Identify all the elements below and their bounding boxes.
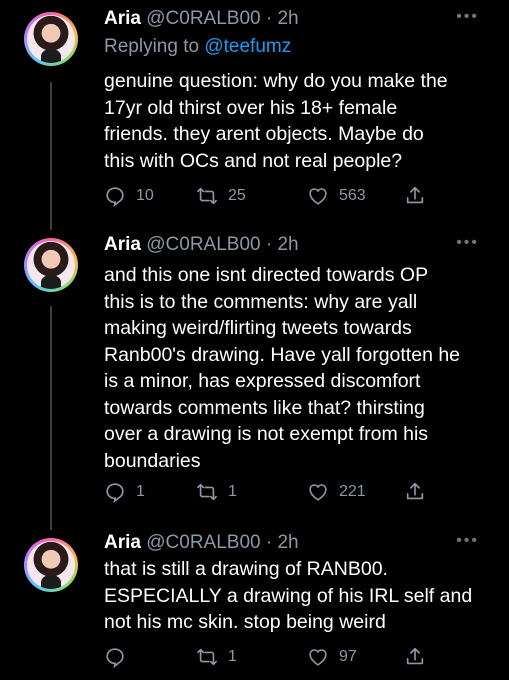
tweet-text: that is still a drawing of RANB00. ESPEC… [104, 558, 473, 633]
display-name[interactable]: Aria [104, 234, 141, 255]
share-icon [406, 647, 424, 665]
reply-icon [106, 187, 124, 207]
tweet-text: genuine question: why do you make the 17… [104, 70, 448, 172]
share-icon [406, 482, 424, 500]
like-button[interactable]: 97 [307, 646, 357, 668]
heart-icon [309, 649, 327, 666]
separator-dot: · [265, 532, 273, 553]
user-handle[interactable]: @C0RALB00 [146, 532, 260, 553]
timestamp[interactable]: 2h [277, 8, 298, 29]
retweet-icon [197, 187, 217, 205]
display-name[interactable]: Aria [104, 8, 141, 29]
retweet-icon [197, 648, 217, 666]
user-handle[interactable]: @C0RALB00 [146, 234, 260, 255]
reply-button[interactable]: 10 [104, 185, 154, 207]
replying-to: Replying to @teefumz [104, 36, 291, 58]
like-button[interactable]: 563 [307, 185, 366, 207]
reply-icon [106, 648, 124, 668]
retweet-button[interactable]: 1 [196, 481, 237, 503]
separator-dot: · [265, 234, 273, 255]
more-icon[interactable]: ••• [456, 8, 479, 26]
user-handle[interactable]: @C0RALB00 [146, 8, 260, 29]
retweet-count: 25 [228, 187, 246, 204]
avatar[interactable] [24, 538, 78, 592]
timestamp[interactable]: 2h [277, 532, 298, 553]
reply-count: 1 [136, 483, 145, 500]
timestamp[interactable]: 2h [277, 234, 298, 255]
retweet-button[interactable]: 1 [196, 646, 237, 668]
tweet-actions: 1 97 [104, 646, 434, 670]
reply-button[interactable] [104, 646, 136, 668]
retweet-count: 1 [228, 648, 237, 665]
tweet-header: Aria @C0RALB00 · 2h [104, 8, 299, 30]
more-icon[interactable]: ••• [456, 234, 479, 252]
tweet-actions: 10 25 563 [104, 185, 434, 209]
replying-to-label: Replying to [104, 36, 205, 57]
tweet-header: Aria @C0RALB00 · 2h [104, 532, 299, 554]
thread-line [50, 82, 52, 230]
share-button[interactable] [404, 481, 426, 503]
reply-button[interactable]: 1 [104, 481, 145, 503]
reply-icon [106, 483, 124, 503]
share-button[interactable] [404, 185, 426, 207]
retweet-count: 1 [228, 483, 237, 500]
like-count: 97 [339, 648, 357, 665]
retweet-icon [197, 483, 217, 501]
tweet-header: Aria @C0RALB00 · 2h [104, 234, 299, 256]
retweet-button[interactable]: 25 [196, 185, 246, 207]
avatar[interactable] [24, 238, 78, 292]
separator-dot: · [265, 8, 273, 29]
like-count: 221 [339, 483, 366, 500]
like-button[interactable]: 221 [307, 481, 366, 503]
share-icon [406, 186, 424, 204]
tweet-text: and this one isnt directed towards OP th… [104, 264, 461, 472]
avatar[interactable] [24, 12, 78, 66]
share-button[interactable] [404, 646, 426, 668]
heart-icon [309, 484, 327, 501]
tweet-actions: 1 1 221 [104, 481, 434, 505]
reply-count: 10 [136, 187, 154, 204]
replying-to-handle[interactable]: @teefumz [204, 36, 291, 57]
heart-icon [309, 188, 327, 205]
thread-line [50, 306, 52, 530]
like-count: 563 [339, 187, 366, 204]
display-name[interactable]: Aria [104, 532, 141, 553]
more-icon[interactable]: ••• [456, 532, 479, 550]
